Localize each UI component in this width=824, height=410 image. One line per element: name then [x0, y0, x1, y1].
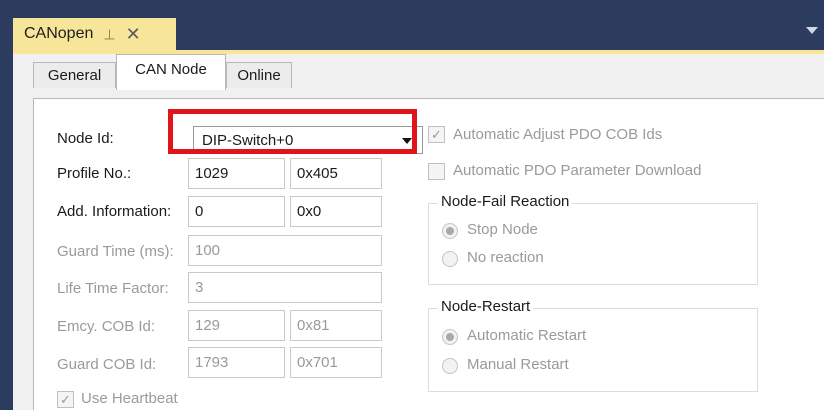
automatic-restart-radio[interactable]	[442, 329, 458, 345]
checkmark-icon: ✓	[60, 391, 71, 407]
guard-cob-id-field[interactable]: 1793	[188, 347, 285, 378]
guard-time-label: Guard Time (ms):	[57, 243, 174, 260]
guard-cob-id-value: 1793	[195, 354, 229, 371]
add-information-hex-value: 0x0	[297, 203, 322, 220]
manual-restart-radio[interactable]	[442, 358, 458, 374]
life-time-factor-value: 3	[195, 279, 204, 296]
chevron-down-icon[interactable]	[806, 27, 818, 34]
document-tab-title: CANopen	[24, 25, 94, 42]
emcy-cob-id-hex-field[interactable]: 0x81	[290, 310, 382, 341]
guard-cob-id-label: Guard COB Id:	[57, 356, 157, 373]
emcy-cob-id-value: 129	[195, 317, 221, 334]
guard-time-value: 100	[195, 242, 221, 259]
profile-no-field[interactable]: 1029	[188, 158, 285, 189]
life-time-factor-label: Life Time Factor:	[57, 280, 169, 297]
no-reaction-radio[interactable]	[442, 251, 458, 267]
stop-node-radio[interactable]	[442, 223, 458, 239]
emcy-cob-id-label: Emcy. COB Id:	[57, 318, 156, 335]
profile-no-label: Profile No.:	[57, 165, 132, 182]
chevron-down-icon	[402, 138, 412, 144]
emcy-cob-id-hex-value: 0x81	[297, 317, 330, 334]
node-fail-reaction-title: Node-Fail Reaction	[438, 193, 573, 210]
add-information-label: Add. Information:	[57, 203, 172, 220]
node-id-label: Node Id:	[57, 130, 114, 147]
document-tab-canopen[interactable]: CANopen ⊣ ✕	[13, 18, 176, 50]
guard-cob-id-hex-value: 0x701	[297, 354, 338, 371]
life-time-factor-field[interactable]: 3	[188, 272, 382, 303]
automatic-restart-label: Automatic Restart	[467, 327, 587, 344]
no-reaction-label: No reaction	[467, 249, 544, 266]
auto-pdo-download-label: Automatic PDO Parameter Download	[453, 162, 702, 179]
add-information-field[interactable]: 0	[188, 196, 285, 227]
editor-content: General CAN Node Online Node Id: DIP-Swi…	[13, 54, 824, 410]
guard-cob-id-hex-field[interactable]: 0x701	[290, 347, 382, 378]
node-fail-reaction-group	[428, 203, 758, 285]
close-icon[interactable]: ✕	[126, 25, 141, 43]
stop-node-label: Stop Node	[467, 221, 538, 238]
profile-no-hex-value: 0x405	[297, 165, 338, 182]
profile-no-hex-field[interactable]: 0x405	[290, 158, 382, 189]
profile-no-value: 1029	[195, 165, 229, 182]
node-restart-group	[428, 308, 758, 392]
manual-restart-label: Manual Restart	[467, 356, 569, 373]
node-id-value: DIP-Switch+0	[202, 132, 294, 149]
add-information-hex-field[interactable]: 0x0	[290, 196, 382, 227]
node-restart-title: Node-Restart	[438, 298, 534, 315]
guard-time-field[interactable]: 100	[188, 235, 382, 266]
window-left-border	[0, 0, 13, 410]
auto-adjust-pdo-label: Automatic Adjust PDO COB Ids	[453, 126, 663, 143]
auto-adjust-pdo-checkbox[interactable]: ✓	[428, 126, 445, 143]
use-heartbeat-checkbox[interactable]: ✓	[57, 391, 74, 408]
add-information-value: 0	[195, 203, 204, 220]
node-id-dropdown[interactable]: DIP-Switch+0	[193, 126, 423, 154]
pin-icon[interactable]: ⊣	[101, 28, 118, 40]
checkmark-icon: ✓	[431, 126, 442, 142]
use-heartbeat-label: Use Heartbeat	[81, 390, 178, 407]
auto-pdo-download-checkbox[interactable]	[428, 163, 445, 180]
emcy-cob-id-field[interactable]: 129	[188, 310, 285, 341]
